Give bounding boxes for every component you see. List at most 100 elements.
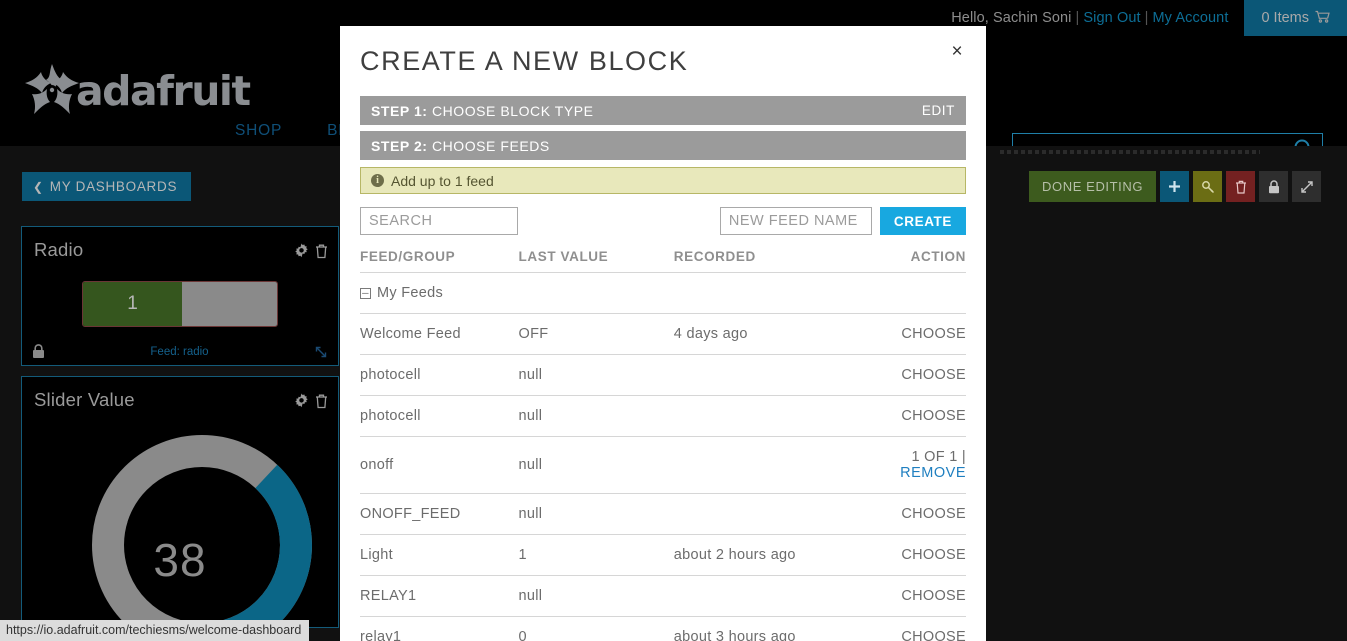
gauge-control[interactable]: 38 [22,425,338,641]
table-row[interactable]: photocell null CHOOSE [360,395,966,437]
search-input[interactable] [360,207,518,235]
toggle-off-segment[interactable] [182,282,277,326]
my-dashboards-label: MY DASHBOARDS [49,179,178,194]
trash-icon [1235,180,1247,194]
step-2-bold: STEP 2: [371,137,428,154]
feed-last-value: null [518,354,674,396]
minus-square-icon[interactable]: ─ [360,288,371,299]
step-2-label: STEP 2: CHOOSE FEEDS [371,138,550,154]
trash-icon[interactable] [314,393,329,409]
site-nav: SHOP BL [235,122,348,140]
lock-icon[interactable] [32,344,45,359]
toggle-on-segment[interactable]: 1 [83,282,182,326]
gear-icon[interactable] [294,393,309,409]
step-2-rest: CHOOSE FEEDS [427,137,550,154]
step-1-label: STEP 1: CHOOSE BLOCK TYPE [371,103,594,119]
choose-button[interactable]: CHOOSE [900,616,966,641]
gear-icon[interactable] [294,243,309,259]
feed-action-cell: 1 OF 1 | REMOVE [900,436,966,494]
create-block-modal: × CREATE A NEW BLOCK STEP 1: CHOOSE BLOC… [340,26,986,641]
feed-name: photocell [360,354,519,396]
remove-button[interactable]: REMOVE [900,465,966,481]
toggle-control-wrap: 1 [22,281,338,327]
add-block-button[interactable] [1160,171,1190,202]
feed-last-value: null [518,575,674,617]
feed-last-value: null [518,436,674,494]
trash-icon[interactable] [314,243,329,259]
nav-item-shop[interactable]: SHOP [235,122,282,140]
feeds-table-head: FEED/GROUP LAST VALUE RECORDED ACTION [360,249,966,273]
delete-button[interactable] [1226,171,1256,202]
cart-label: 0 Items [1261,10,1309,26]
feed-recorded: 4 days ago [673,313,901,355]
header-recorded: RECORDED [673,249,901,273]
shopping-cart-icon [1315,10,1330,26]
alert-text: Add up to 1 feed [391,172,494,189]
table-row[interactable]: relay1 0 about 3 hours ago CHOOSE [360,616,966,641]
table-row[interactable]: Light 1 about 2 hours ago CHOOSE [360,534,966,576]
choose-button[interactable]: CHOOSE [900,354,966,396]
action-separator: | [957,449,966,465]
dashboard-toolbar: DONE EDITING [1029,171,1322,202]
key-button[interactable] [1193,171,1223,202]
utility-bar-right: Hello, Sachin Soni | Sign Out | My Accou… [951,0,1347,36]
choose-button[interactable]: CHOOSE [900,395,966,437]
feed-limit-alert: i Add up to 1 feed [360,167,966,194]
feed-last-value: 0 [518,616,674,641]
dotted-divider [1000,146,1347,156]
feed-name: Welcome Feed [360,313,519,355]
adafruit-logo[interactable]: adafruit [22,62,251,120]
table-row[interactable]: photocell null CHOOSE [360,354,966,396]
block-title: Slider Value [34,389,135,410]
choose-button[interactable]: CHOOSE [900,313,966,355]
table-row[interactable]: RELAY1 null CHOOSE [360,575,966,617]
dashboard-block-radio[interactable]: Radio 1 Feed: radio [21,226,339,366]
sign-out-link[interactable]: Sign Out [1083,10,1140,26]
close-icon[interactable]: × [946,40,968,62]
my-account-link[interactable]: My Account [1153,10,1229,26]
toggle-switch[interactable]: 1 [82,281,278,327]
step-1-bar[interactable]: STEP 1: CHOOSE BLOCK TYPE EDIT [360,96,966,125]
feed-last-value: null [518,395,674,437]
feed-name: onoff [360,436,519,494]
logo-wordmark: adafruit [76,66,251,115]
feed-search-row: CREATE [360,207,966,235]
step-1-rest: CHOOSE BLOCK TYPE [427,102,594,119]
lock-icon [1268,179,1280,194]
table-row[interactable]: onoff null 1 OF 1 | REMOVE [360,436,966,494]
choose-button[interactable]: CHOOSE [900,575,966,617]
cart-button[interactable]: 0 Items [1244,0,1347,36]
my-dashboards-button[interactable]: ❮ MY DASHBOARDS [22,172,192,201]
new-feed-name-input[interactable] [719,207,872,235]
choose-button[interactable]: CHOOSE [900,534,966,576]
feed-name: Light [360,534,519,576]
choose-button[interactable]: CHOOSE [900,493,966,535]
lock-button[interactable] [1259,171,1289,202]
feed-group-label: My Feeds [377,285,444,301]
block-header: Radio [22,227,338,261]
header-action: ACTION [900,249,966,273]
dashboard-block-slider-value[interactable]: Slider Value 38 [21,376,339,641]
create-feed-button[interactable]: CREATE [879,207,966,235]
feeds-table: FEED/GROUP LAST VALUE RECORDED ACTION ─ M… [360,249,966,641]
feed-recorded: about 3 hours ago [673,616,901,641]
table-row[interactable]: Welcome Feed OFF 4 days ago CHOOSE [360,313,966,355]
key-icon [1201,180,1215,194]
greeting-text: Hello, Sachin Soni [951,10,1072,26]
expand-button[interactable] [1292,171,1322,202]
block-feed-label: Feed: radio [150,345,209,358]
status-bar-url: https://io.adafruit.com/techiesms/welcom… [0,620,310,641]
step-1-edit-button[interactable]: EDIT [922,103,955,118]
feed-recorded: about 2 hours ago [673,534,901,576]
block-footer: Feed: radio [22,344,338,365]
done-editing-button[interactable]: DONE EDITING [1029,171,1157,202]
resize-handle-icon[interactable] [314,345,328,359]
feed-group-row[interactable]: ─ My Feeds [360,272,966,314]
gauge-value: 38 [153,534,207,586]
block-header: Slider Value [22,377,338,411]
step-1-bold: STEP 1: [371,102,428,119]
table-row[interactable]: ONOFF_FEED null CHOOSE [360,493,966,535]
feed-group-cell[interactable]: ─ My Feeds [360,272,966,314]
step-2-bar[interactable]: STEP 2: CHOOSE FEEDS [360,131,966,160]
block-actions [294,389,329,409]
